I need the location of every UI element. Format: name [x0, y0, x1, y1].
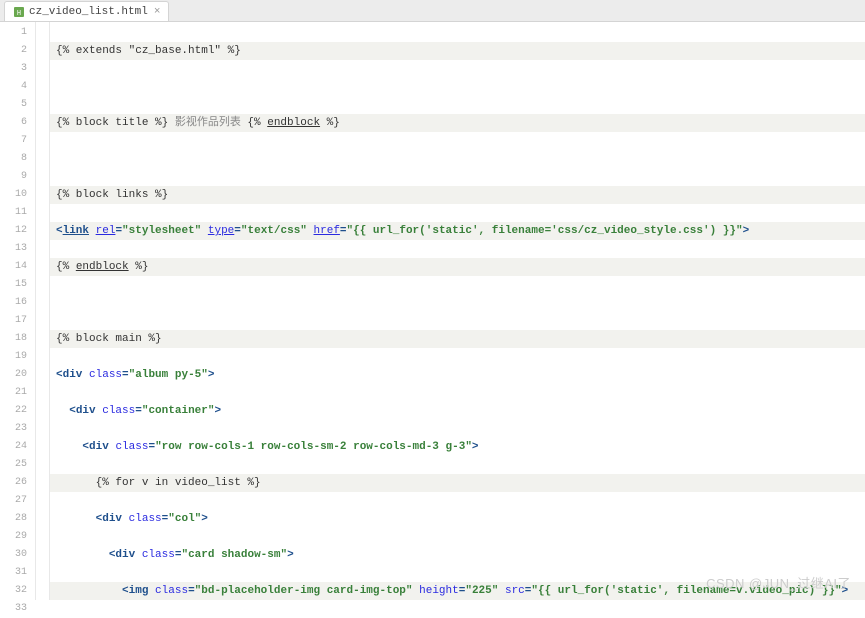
code-text: class	[102, 405, 135, 417]
tab-bar: H cz_video_list.html ×	[0, 0, 865, 22]
code-text: "225"	[465, 585, 498, 597]
code-text: {% block main %}	[56, 333, 162, 345]
code-text: class	[115, 441, 148, 453]
code-text: "container"	[142, 405, 215, 417]
code-text: div	[76, 405, 96, 417]
code-text: {%	[56, 261, 76, 273]
code-text: "album py-5"	[129, 369, 208, 381]
code-text: "card shadow-sm"	[181, 549, 287, 561]
close-icon[interactable]: ×	[154, 6, 161, 18]
code-text: div	[102, 513, 122, 525]
code-text: 影视作品列表	[175, 117, 241, 129]
code-text: {%	[241, 117, 267, 129]
code-text: "col"	[168, 513, 201, 525]
fold-gutter	[36, 22, 50, 600]
code-text: class	[155, 585, 188, 597]
file-tab[interactable]: H cz_video_list.html ×	[4, 1, 169, 21]
code-text: div	[89, 441, 109, 453]
code-text: src	[505, 585, 525, 597]
code-text: {% extends "cz_base.html" %}	[56, 45, 241, 57]
code-text: height	[419, 585, 459, 597]
code-text: "bd-placeholder-img card-img-top"	[195, 585, 413, 597]
code-text: %}	[320, 117, 340, 129]
code-text: link	[63, 225, 89, 237]
code-text: endblock	[76, 261, 129, 273]
html-file-icon: H	[13, 6, 25, 18]
code-editor[interactable]: 1234567891011121314151617181920212223242…	[0, 22, 865, 600]
code-text: {% block links %}	[56, 189, 168, 201]
code-text: rel	[96, 225, 116, 237]
code-text: {% block title %}	[56, 117, 175, 129]
code-text: href	[314, 225, 340, 237]
code-text: class	[129, 513, 162, 525]
code-md: "row row-cols-1 row-cols-sm-2 row-cols-m…	[155, 441, 472, 453]
code-text: "text/css"	[241, 225, 307, 237]
code-text: endblock	[267, 117, 320, 129]
code-text: class	[142, 549, 175, 561]
code-text: "{{ url_for('static', filename='css/cz_v…	[347, 225, 743, 237]
code-text: "stylesheet"	[122, 225, 201, 237]
code-text: class	[89, 369, 122, 381]
code-area[interactable]: {% extends "cz_base.html" %} {% block ti…	[50, 22, 865, 600]
line-number-gutter: 1234567891011121314151617181920212223242…	[0, 22, 36, 600]
code-text: %}	[129, 261, 149, 273]
code-text: {% for v in video_list %}	[96, 477, 261, 489]
svg-text:H: H	[17, 10, 21, 18]
code-text: type	[208, 225, 234, 237]
tab-filename: cz_video_list.html	[29, 6, 148, 18]
code-text: div	[63, 369, 83, 381]
code-text: img	[129, 585, 149, 597]
code-text: "{{ url_for('static', filename=v.video_p…	[531, 585, 841, 597]
code-text: div	[115, 549, 135, 561]
